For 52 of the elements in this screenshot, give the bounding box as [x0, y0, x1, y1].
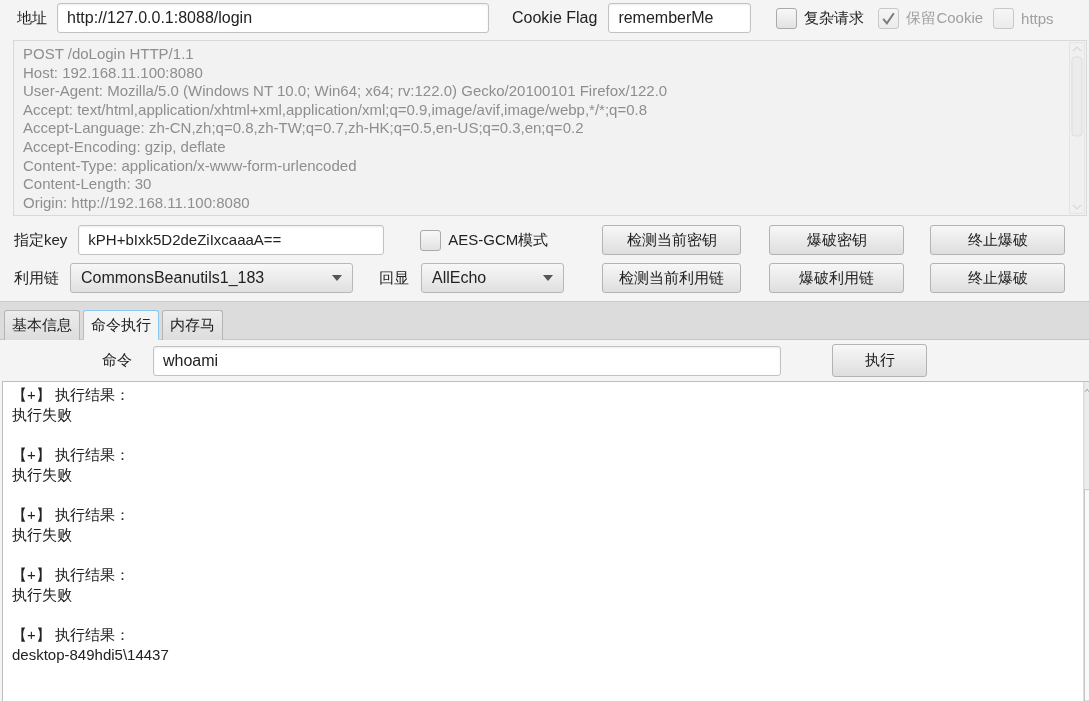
request-line: Content-Length: 30: [23, 175, 153, 194]
caret-icon: [543, 275, 553, 281]
output-line: 【+】 执行结果：: [12, 625, 131, 645]
checkbox-label: 保留Cookie: [906, 8, 984, 28]
tab[interactable]: 内存马: [162, 310, 223, 340]
key-input[interactable]: kPH+bIxk5D2deZiIxcaaaA==: [78, 225, 385, 255]
output-line: desktop-849hdi5\14437: [12, 645, 170, 665]
echo-label: 回显: [379, 268, 409, 288]
tab[interactable]: 基本信息: [4, 310, 80, 340]
request-line: POST /doLogin HTTP/1.1: [23, 45, 195, 64]
request-line: Accept-Language: zh-CN,zh;q=0.8,zh-TW;q=0.7,zh-HK;q=0.5,en-US;q=0.3,en;q=0.2: [23, 119, 585, 138]
checkbox-label: https: [1021, 9, 1054, 27]
cookie-flag-label: Cookie Flag: [512, 9, 598, 27]
scrollbar[interactable]: [1083, 382, 1089, 701]
action-button[interactable]: 爆破利用链: [769, 263, 904, 293]
caret-icon: [332, 275, 342, 281]
url-input[interactable]: http://127.0.0.1:8088/login: [57, 3, 489, 33]
action-button[interactable]: 终止爆破: [930, 225, 1065, 255]
checkbox[interactable]: [420, 229, 442, 251]
request-line: Content-Type: application/x-www-form-urlencoded: [23, 156, 358, 176]
chain-dropdown[interactable]: CommonsBeanutils1_183: [70, 263, 353, 293]
action-button[interactable]: 检测当前密钥: [602, 225, 741, 255]
request-line: Accept-Encoding: gzip, deflate: [23, 137, 227, 157]
output-line: 执行失败: [12, 405, 73, 425]
action-button[interactable]: 终止爆破: [930, 263, 1065, 293]
key-label: 指定key: [14, 230, 68, 250]
output-line: 【+】 执行结果：: [12, 505, 131, 525]
action-button[interactable]: 检测当前利用链: [602, 263, 741, 293]
checkbox[interactable]: [776, 7, 798, 29]
url-label: 地址: [17, 8, 47, 28]
command-input[interactable]: whoami: [153, 345, 781, 376]
tab[interactable]: 命令执行: [83, 310, 159, 340]
request-line: Origin: http://192.168.11.100:8080: [23, 193, 251, 213]
output-line: 【+】 执行结果：: [12, 565, 131, 585]
output-line: 执行失败: [12, 465, 73, 485]
checkbox-label: AES-GCM模式: [448, 230, 549, 250]
output-textarea[interactable]: 【+】 执行结果： 执行失败 【+】 执行结果： 执行失败 【+】 执行结果： 执行失败 【+】 执行结果： 执行失败 【+】 执行结果： desktop-849hdi5\14437: [2, 381, 1089, 701]
output-line: 【+】 执行结果：: [12, 385, 131, 405]
command-label: 命令: [102, 351, 132, 370]
action-button[interactable]: 爆破密钥: [769, 225, 904, 255]
request-line: User-Agent: Mozilla/5.0 (Windows NT 10.0; Win64; x64; rv:122.0) Gecko/20100101 Firefox/122.0: [23, 82, 669, 101]
output-line: 【+】 执行结果：: [12, 445, 131, 465]
cookie-flag-input[interactable]: rememberMe: [608, 3, 752, 33]
output-line: 执行失败: [12, 525, 73, 545]
run-button[interactable]: 执行: [832, 344, 927, 377]
echo-dropdown[interactable]: AllEcho: [421, 263, 564, 293]
checkbox-label: 复杂请求: [804, 8, 865, 28]
output-line: 执行失败: [12, 585, 73, 605]
chain-label: 利用链: [14, 268, 59, 288]
request-line: Host: 192.168.11.100:8080: [23, 63, 204, 83]
request-line: Accept: text/html,application/xhtml+xml,application/xml;q=0.9,image/avif,image/webp,*/*;q=0.8: [23, 100, 649, 120]
tick-icon: [882, 11, 896, 25]
